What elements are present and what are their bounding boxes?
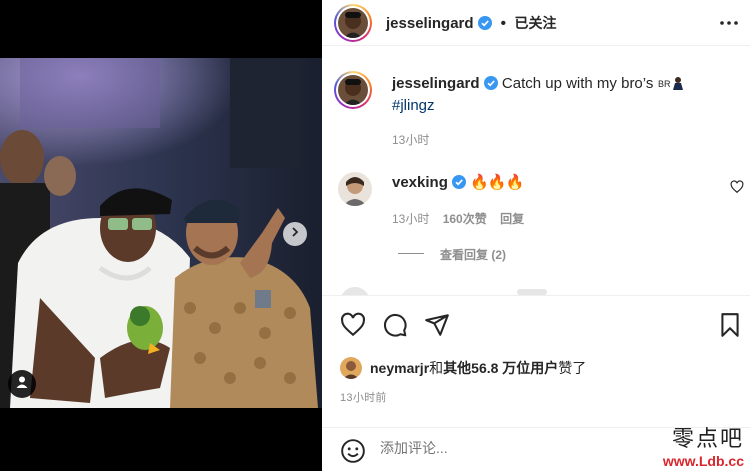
carousel-next-button[interactable] bbox=[283, 222, 307, 246]
paper-plane-icon bbox=[424, 314, 450, 342]
view-replies-button[interactable]: 查看回复 (2) bbox=[440, 246, 506, 263]
smiley-icon bbox=[340, 439, 366, 468]
replies-divider bbox=[398, 253, 424, 254]
tagged-people-button[interactable] bbox=[8, 370, 36, 398]
comment-text: 🔥🔥🔥 bbox=[470, 174, 524, 191]
comment-like-count[interactable]: 160次赞 bbox=[443, 212, 487, 226]
liker-avatar[interactable] bbox=[340, 357, 362, 379]
comments-section: jesselingard Catch up with my bro’s BR #… bbox=[322, 47, 750, 295]
chevron-right-icon bbox=[289, 225, 301, 243]
post-photo bbox=[0, 58, 322, 408]
liker-username[interactable]: neymarjr bbox=[370, 360, 429, 376]
caption-username[interactable]: jesselingard bbox=[392, 75, 480, 92]
bookmark-icon bbox=[718, 313, 742, 342]
watermark-url: www.Ldb.cc bbox=[662, 453, 744, 469]
comment-button[interactable] bbox=[382, 312, 408, 343]
likes-summary: neymarjr 和 其他56.8 万位用户 赞了 bbox=[340, 356, 586, 380]
header-separator: • bbox=[500, 15, 507, 32]
commenter-avatar[interactable] bbox=[340, 287, 370, 295]
caption: jesselingard Catch up with my bro’s BR #… bbox=[392, 74, 732, 116]
likes-joiner: 和 bbox=[429, 360, 444, 376]
emoji-button[interactable] bbox=[340, 438, 366, 469]
verified-badge-icon bbox=[478, 16, 492, 35]
share-button[interactable] bbox=[424, 312, 450, 343]
heart-icon bbox=[730, 180, 744, 198]
watermark: 零点吧 www.Ldb.cc bbox=[663, 421, 744, 469]
heart-icon bbox=[340, 312, 366, 342]
post-media bbox=[0, 0, 322, 471]
post-header: jesselingard • 已关注 bbox=[322, 0, 750, 46]
caption-text: Catch up with my bro’s bbox=[501, 75, 654, 92]
follow-status-button[interactable]: 已关注 bbox=[515, 15, 557, 31]
watermark-title: 零点吧 bbox=[671, 427, 744, 452]
caption-meta: 13小时 bbox=[392, 131, 439, 148]
author-username[interactable]: jesselingard bbox=[386, 15, 474, 32]
comment-bubble-icon bbox=[382, 314, 408, 342]
caption-avatar[interactable] bbox=[334, 71, 372, 109]
comment-like-button[interactable] bbox=[730, 180, 744, 199]
caption-hashtag[interactable]: #jlingz bbox=[392, 97, 435, 114]
verified-badge-icon bbox=[483, 76, 498, 96]
post-timestamp: 13小时前 bbox=[340, 392, 387, 404]
comment-item: vexking 🔥🔥🔥 bbox=[392, 173, 524, 195]
like-button[interactable] bbox=[340, 312, 366, 343]
comment-reply-button[interactable]: 回复 bbox=[500, 212, 524, 226]
caption-time: 13小时 bbox=[392, 133, 430, 147]
likes-others-link[interactable]: 其他56.8 万位用户 bbox=[443, 358, 558, 378]
author-avatar[interactable] bbox=[334, 4, 372, 42]
commenter-username[interactable]: vexking bbox=[392, 174, 448, 191]
comment-meta: 13小时 160次赞 回复 bbox=[392, 210, 534, 227]
svg-text:BR: BR bbox=[658, 79, 671, 89]
comment-time: 13小时 bbox=[392, 212, 430, 226]
brothers-emoji-icon: BR bbox=[658, 77, 684, 91]
post-sidebar: jesselingard • 已关注 jesselingard Catch up… bbox=[322, 0, 750, 471]
more-horizontal-icon bbox=[718, 21, 740, 38]
more-options-button[interactable] bbox=[718, 12, 740, 39]
commenter-avatar[interactable] bbox=[338, 172, 372, 206]
verified-badge-icon bbox=[452, 175, 467, 195]
likes-suffix: 赞了 bbox=[558, 360, 587, 376]
person-tag-icon bbox=[15, 375, 29, 394]
post-actions bbox=[322, 296, 750, 352]
comment-input[interactable] bbox=[380, 440, 620, 456]
save-button[interactable] bbox=[718, 312, 742, 343]
